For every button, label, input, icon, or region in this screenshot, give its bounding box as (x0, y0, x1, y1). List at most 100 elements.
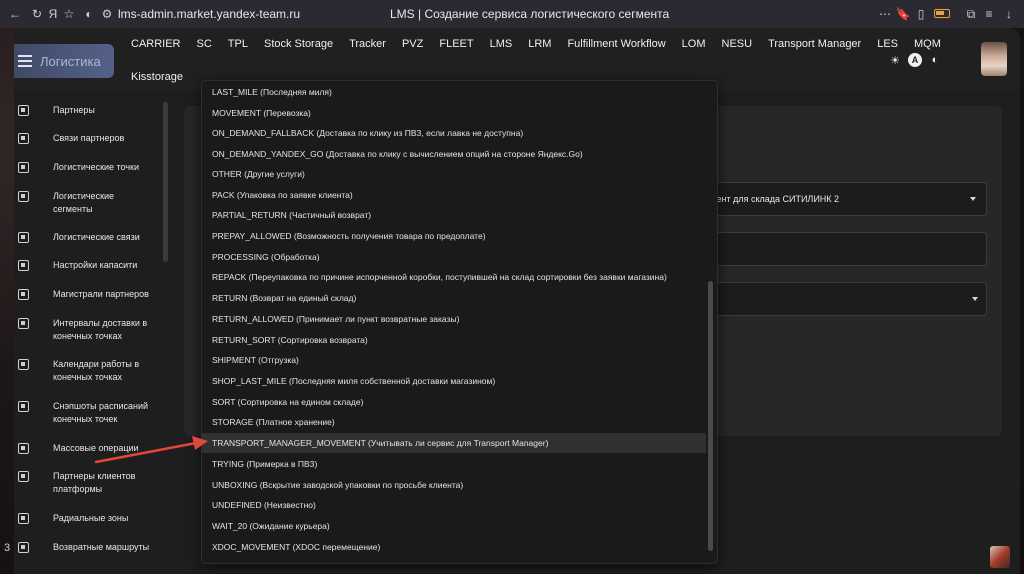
nav-item-lom[interactable]: LOM (674, 37, 714, 51)
service-code-select[interactable] (698, 282, 987, 316)
reader-icon[interactable]: ▯ (912, 5, 930, 23)
dropdown-option[interactable]: PROCESSING (Обработка) (202, 247, 706, 267)
sidebar-item-label: Возвратные маршруты (53, 542, 150, 552)
theme-switcher: ☀ A ◐ (888, 53, 942, 67)
hamburger-menu-icon[interactable] (18, 55, 32, 67)
sidebar-item-partners[interactable]: Партнеры (18, 104, 153, 117)
dropdown-option[interactable]: UNDEFINED (Неизвестно) (202, 495, 706, 515)
sidebar-item-platform-client-partners[interactable]: Партнеры клиентов платформы (18, 470, 153, 496)
dropdown-option[interactable]: STORAGE (Платное хранение) (202, 412, 706, 432)
sidebar-item-calendars[interactable]: Календари работы в конечных точках (18, 358, 153, 384)
sidebar-item-partner-relations[interactable]: Связи партнеров (18, 132, 153, 145)
sun-icon[interactable]: ☀ (888, 53, 902, 67)
nav-item-tracker[interactable]: Tracker (341, 37, 394, 51)
browser-toolbar: ← ↻ Я ☆ ◐ ⚙ lms-admin.market.yandex-team… (0, 0, 1024, 28)
nav-item-kisstorage[interactable]: Kisstorage (131, 71, 183, 83)
nav-item-mqm[interactable]: MQM (906, 37, 949, 51)
nav-item-transport-manager[interactable]: Transport Manager (760, 37, 869, 51)
nav-item-lms[interactable]: LMS (482, 37, 521, 51)
sidebar-item-label: Партнеры клиентов платформы (53, 471, 136, 494)
menu-item-icon (18, 133, 29, 144)
nav-item-nesu[interactable]: NESU (714, 37, 761, 51)
sidebar-item-schedule-snapshots[interactable]: Снэпшоты расписаний конечных точек (18, 400, 153, 426)
dropdown-option[interactable]: TRYING (Примерка в ПВЗ) (202, 454, 706, 474)
auto-theme-icon[interactable]: A (908, 53, 922, 67)
menu-item-icon (18, 162, 29, 173)
dropdown-option[interactable]: SHOP_LAST_MILE (Последняя миля собственн… (202, 371, 706, 391)
sidebar-item-return-routes[interactable]: Возвратные маршруты (18, 541, 153, 554)
menu-item-icon (18, 513, 29, 524)
dropdown-option-selected[interactable]: TRANSPORT_MANAGER_MOVEMENT (Учитывать ли… (202, 433, 706, 453)
avatar[interactable] (981, 42, 1007, 76)
dropdown-scrollbar[interactable] (708, 281, 713, 551)
menu-item-icon (18, 471, 29, 482)
nav-item-les[interactable]: LES (869, 37, 906, 51)
dropdown-option[interactable]: PREPAY_ALLOWED (Возможность получения то… (202, 226, 706, 246)
sidebar-item-partner-trunks[interactable]: Магистрали партнеров (18, 288, 153, 301)
dropdown-option[interactable]: WAIT_20 (Ожидание курьера) (202, 516, 706, 536)
dropdown-option[interactable]: XDOC_MOVEMENT (XDOC перемещение) (202, 537, 706, 557)
chevron-down-icon (970, 197, 976, 201)
favorites-icon[interactable]: ☆ (60, 5, 78, 23)
shield-icon[interactable]: ◐ (80, 5, 98, 23)
menu-icon[interactable]: ≡ (980, 5, 998, 23)
sidebar-item-capacity-settings[interactable]: Настройки капасити (18, 259, 153, 272)
menu-item-icon (18, 191, 29, 202)
sidebar-item-logistic-points[interactable]: Логистические точки (18, 161, 153, 174)
sidebar-item-delivery-intervals[interactable]: Интервалы доставки в конечных точках (18, 317, 153, 343)
menu-item-icon (18, 105, 29, 116)
sidebar: Партнеры Связи партнеров Логистические т… (14, 92, 168, 574)
text-field[interactable] (698, 232, 987, 266)
dropdown-option[interactable]: ON_DEMAND_FALLBACK (Доставка по клику из… (202, 123, 706, 143)
extensions-icon[interactable]: ⧉ (962, 5, 980, 23)
site-settings-icon[interactable]: ⚙ (98, 5, 116, 23)
dropdown-option[interactable]: ON_DEMAND_YANDEX_GO (Доставка по клику с… (202, 144, 706, 164)
bookmark-icon[interactable]: 🔖 (894, 5, 912, 23)
sidebar-scrollbar[interactable] (163, 102, 168, 262)
dropdown-option[interactable]: PARTIAL_RETURN (Частичный возврат) (202, 205, 706, 225)
nav-item-pvz[interactable]: PVZ (394, 37, 431, 51)
dropdown-option[interactable]: SORT (Сортировка на едином складе) (202, 392, 706, 412)
nav-item-fleet[interactable]: FLEET (431, 37, 481, 51)
nav-item-tpl[interactable]: TPL (220, 37, 256, 51)
menu-item-icon (18, 443, 29, 454)
dropdown-option[interactable]: MOVEMENT (Перевозка) (202, 103, 706, 123)
nav-item-fulfillment-workflow[interactable]: Fulfillment Workflow (559, 37, 673, 51)
dropdown-option[interactable]: PACK (Упаковка по заявке клиента) (202, 185, 706, 205)
download-icon[interactable]: ↓ (1000, 5, 1018, 23)
sidebar-item-label: Логистические сегменты (53, 191, 115, 214)
dropdown-option[interactable]: UNBOXING (Вскрытие заводской упаковки по… (202, 475, 706, 495)
sidebar-item-radial-zones[interactable]: Радиальные зоны (18, 512, 153, 525)
chevron-down-icon (972, 297, 978, 301)
brand-logo[interactable]: Логистика (14, 44, 114, 78)
dropdown-option[interactable]: OTHER (Другие услуги) (202, 164, 706, 184)
sidebar-item-label: Радиальные зоны (53, 513, 129, 523)
sidebar-item-logistic-links[interactable]: Логистические связи (18, 231, 153, 244)
sidebar-item-label: Логистические связи (53, 232, 140, 242)
sidebar-item-logistic-segments[interactable]: Логистические сегменты (18, 190, 153, 216)
dropdown-option[interactable]: REPACK (Переупаковка по причине испорчен… (202, 267, 706, 287)
more-icon[interactable]: ⋯ (876, 5, 894, 23)
sidebar-item-label: Магистрали партнеров (53, 289, 149, 299)
dropdown-option[interactable]: RETURN_ALLOWED (Принимает ли пункт возвр… (202, 309, 706, 329)
nav-item-sc[interactable]: SC (189, 37, 220, 51)
nav-item-stock-storage[interactable]: Stock Storage (256, 37, 341, 51)
nav-item-carrier[interactable]: CARRIER (131, 37, 189, 51)
sidebar-item-label: Массовые операции (53, 443, 139, 453)
battery-icon (934, 9, 950, 18)
dropdown-option[interactable]: SHIPMENT (Отгрузка) (202, 350, 706, 370)
address-bar[interactable]: lms-admin.market.yandex-team.ru (118, 7, 300, 21)
sidebar-item-bulk-operations[interactable]: Массовые операции (18, 442, 153, 455)
menu-item-icon (18, 260, 29, 271)
back-icon[interactable]: ← (6, 5, 24, 23)
moon-icon[interactable]: ◐ (928, 53, 942, 67)
dropdown-option[interactable]: LAST_MILE (Последняя миля) (202, 82, 706, 102)
menu-item-icon (18, 318, 29, 329)
sidebar-item-label: Связи партнеров (53, 133, 125, 143)
dropdown-option[interactable]: RETURN_SORT (Сортировка возврата) (202, 330, 706, 350)
sidebar-item-label: Интервалы доставки в конечных точках (53, 318, 148, 341)
menu-item-icon (18, 401, 29, 412)
nav-item-lrm[interactable]: LRM (520, 37, 559, 51)
page-title: LMS | Создание сервиса логистического се… (390, 7, 670, 21)
dropdown-option[interactable]: RETURN (Возврат на единый склад) (202, 288, 706, 308)
